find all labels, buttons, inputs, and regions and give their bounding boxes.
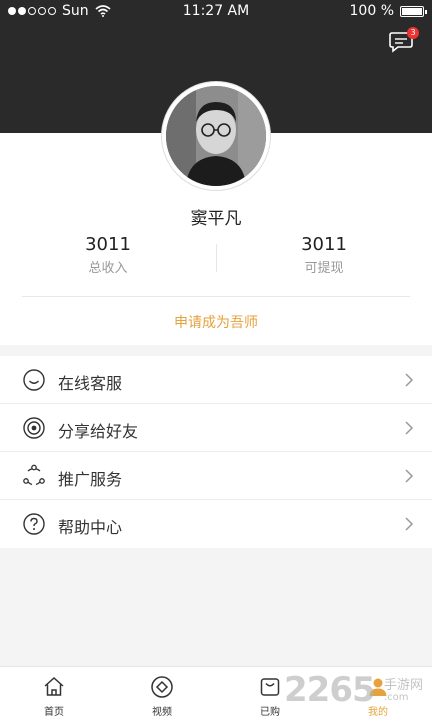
watermark-domain: .com (384, 692, 409, 703)
stat-total-income[interactable]: 3011 总收入 (0, 234, 216, 276)
watermark-site: 手游网 (384, 678, 424, 693)
menu-item-share[interactable]: 分享给好友 (0, 404, 432, 452)
watermark-number: 2265 (284, 670, 376, 710)
menu-list: 在线客服 分享给好友 推广服务 帮助中心 (0, 356, 432, 548)
network-icon (23, 464, 45, 486)
smile-icon (23, 369, 45, 391)
bag-icon (260, 678, 280, 696)
total-income-value: 3011 (85, 234, 131, 255)
withdrawable-label: 可提现 (304, 261, 344, 276)
chevron-right-icon (405, 469, 414, 483)
chevron-right-icon (405, 517, 414, 531)
status-right: 100 % (349, 3, 427, 19)
battery-icon (400, 5, 427, 17)
chevron-right-icon (405, 373, 414, 387)
chevron-right-icon (405, 421, 414, 435)
apply-teacher-link[interactable]: 申请成为吾师 (0, 312, 432, 332)
help-icon (23, 513, 45, 535)
withdrawable-value: 3011 (301, 234, 347, 255)
avatar[interactable] (162, 82, 270, 190)
total-income-label: 总收入 (88, 261, 128, 276)
status-bar: Sun 11:27 AM 100 % (0, 0, 432, 22)
share-target-icon (23, 417, 45, 439)
menu-item-label: 帮助中心 (58, 518, 123, 537)
home-icon (44, 676, 64, 696)
tab-label: 视频 (152, 707, 172, 718)
message-badge: 3 (407, 27, 419, 39)
menu-item-online-service[interactable]: 在线客服 (0, 356, 432, 404)
menu-item-label: 推广服务 (58, 470, 123, 489)
menu-item-label: 分享给好友 (58, 422, 139, 441)
menu-item-promotion[interactable]: 推广服务 (0, 452, 432, 500)
battery-percent: 100 % (349, 3, 394, 19)
video-icon (151, 676, 173, 698)
menu-item-help[interactable]: 帮助中心 (0, 500, 432, 548)
stat-withdrawable[interactable]: 3011 可提现 (216, 234, 432, 276)
tab-label: 首页 (44, 707, 64, 718)
avatar-photo (166, 86, 266, 186)
divider (22, 296, 410, 297)
menu-item-label: 在线客服 (58, 374, 123, 393)
user-name: 窦平凡 (190, 209, 242, 229)
tab-video[interactable]: 视频 (108, 667, 216, 720)
tab-home[interactable]: 首页 (0, 667, 108, 720)
watermark-logo: 2265 手游网 .com (284, 668, 432, 720)
